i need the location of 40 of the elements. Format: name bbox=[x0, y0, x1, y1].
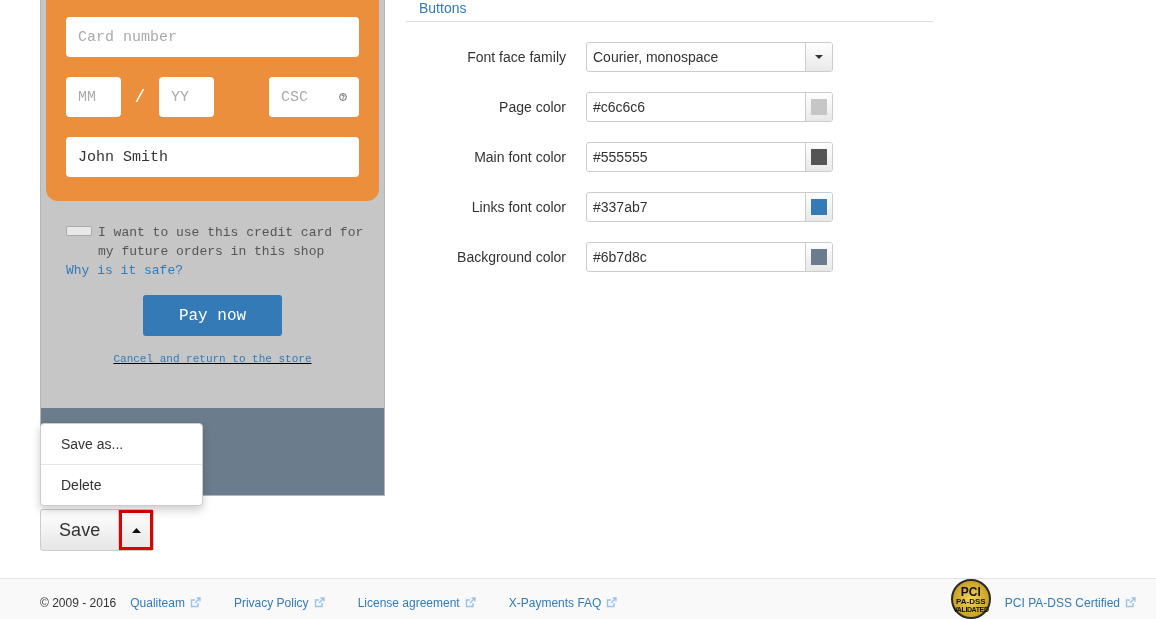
name-field[interactable]: John Smith bbox=[66, 137, 359, 177]
field-label: Background color bbox=[456, 249, 566, 265]
card-input-field[interactable]: YY bbox=[159, 77, 214, 117]
field-label: Page color bbox=[498, 99, 566, 115]
external-link-icon bbox=[606, 597, 618, 608]
footer-link[interactable]: Qualiteam bbox=[130, 596, 201, 610]
external-link-icon bbox=[313, 597, 325, 608]
date-separator: / bbox=[133, 87, 147, 107]
field-label: Font face family bbox=[466, 49, 566, 65]
menu-item[interactable]: Save as... bbox=[41, 424, 202, 464]
save-card-label: I want to use this credit card for my future orders in this shop bbox=[98, 224, 364, 261]
pay-now-button[interactable]: Pay now bbox=[143, 295, 282, 336]
color-field[interactable]: #555555 bbox=[586, 142, 833, 172]
buttons-section-link[interactable]: Buttons bbox=[419, 0, 467, 16]
copyright-text: © 2009 - 2016 bbox=[40, 596, 117, 610]
color-swatch[interactable] bbox=[811, 199, 827, 215]
external-link-icon bbox=[1125, 597, 1136, 608]
footer-link[interactable]: Privacy Policy bbox=[233, 596, 325, 610]
certified-link[interactable]: PCI PA-DSS Certified bbox=[1004, 596, 1136, 610]
field-label: Main font color bbox=[473, 149, 566, 165]
external-link-icon bbox=[464, 597, 476, 608]
color-field[interactable]: #337ab7 bbox=[586, 192, 833, 222]
color-field[interactable]: #6b7d8c bbox=[586, 242, 833, 272]
font-select[interactable]: Courier, monospace bbox=[586, 42, 833, 72]
footer-link[interactable]: X-Payments FAQ bbox=[508, 596, 618, 610]
card-input-field[interactable]: MM bbox=[66, 77, 121, 117]
color-swatch[interactable] bbox=[811, 249, 827, 265]
field-label: Links font color bbox=[470, 199, 566, 215]
caret-up-icon bbox=[131, 527, 141, 533]
caret-down-icon bbox=[815, 55, 823, 59]
color-swatch[interactable] bbox=[811, 149, 827, 165]
footer-link[interactable]: License agreement bbox=[357, 596, 476, 610]
save-card-checkbox[interactable] bbox=[66, 226, 92, 236]
external-link-icon bbox=[189, 597, 201, 608]
color-swatch[interactable] bbox=[811, 99, 827, 115]
menu-item[interactable]: Delete bbox=[41, 464, 202, 505]
card-input-field[interactable]: Card number bbox=[66, 17, 359, 57]
dropdown-toggle-button[interactable] bbox=[119, 510, 153, 550]
color-field[interactable]: #c6c6c6 bbox=[586, 92, 833, 122]
csc-field[interactable]: CSC bbox=[269, 77, 359, 117]
